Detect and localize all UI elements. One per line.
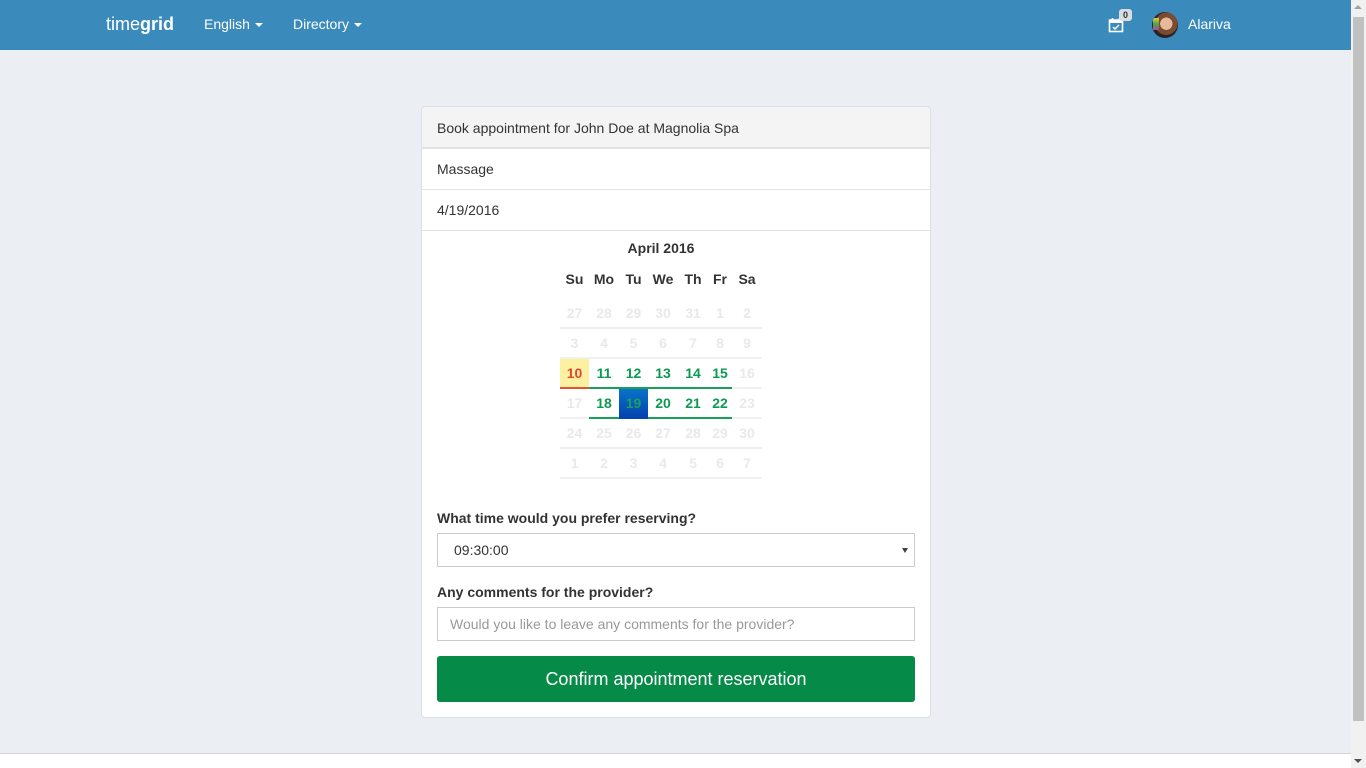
calendar-week-row: 17 18 19 20 21 22 23 xyxy=(560,389,762,419)
brand-light-text: time xyxy=(106,14,141,34)
calendar-day-muted: 3 xyxy=(560,329,589,359)
weekday-label: Tu xyxy=(625,271,642,287)
calendar-day-muted: 27 xyxy=(648,419,678,449)
calendar-day-muted: 30 xyxy=(648,299,678,329)
scroll-down-arrow-icon[interactable] xyxy=(1354,759,1362,763)
calendar-day-muted: 17 xyxy=(560,389,589,419)
calendar-day-muted: 8 xyxy=(708,329,732,359)
calendar-day-muted: 5 xyxy=(678,449,708,479)
calendar-day-muted: 7 xyxy=(678,329,708,359)
scroll-up-arrow-icon[interactable] xyxy=(1354,5,1362,9)
date-item: 4/19/2016 xyxy=(422,190,930,231)
top-navbar: timegrid English Directory 0 Alariva xyxy=(0,0,1351,50)
weekday-label: Fr xyxy=(713,271,727,287)
dropdown-arrow-icon xyxy=(902,548,908,553)
time-label: What time would you prefer reserving? xyxy=(437,510,697,526)
comments-input[interactable] xyxy=(437,607,915,641)
weekday-label: We xyxy=(652,271,674,287)
calendar-day-avail[interactable]: 18 xyxy=(589,389,619,419)
weekday-header: Su Mo Tu We Th Fr Sa xyxy=(560,269,762,299)
calendar-day-muted: 7 xyxy=(732,449,762,479)
calendar-day-muted: 29 xyxy=(708,419,732,449)
directory-label: Directory xyxy=(293,16,350,32)
calendar-month-title: April 2016 xyxy=(627,240,695,256)
service-item: Massage xyxy=(422,149,930,190)
calendar-day-muted: 29 xyxy=(619,299,648,329)
calendar-day-avail[interactable]: 21 xyxy=(678,389,708,419)
calendar-day-muted: 16 xyxy=(732,359,762,389)
time-select[interactable]: 09:30:00 xyxy=(437,533,915,567)
calendar-day-muted: 1 xyxy=(708,299,732,329)
calendar-day-avail[interactable]: 12 xyxy=(619,359,648,389)
brand-logo[interactable]: timegrid xyxy=(106,14,174,35)
calendar-week-row: 27 28 29 30 31 1 2 xyxy=(560,299,762,329)
weekday-label: Th xyxy=(684,271,702,287)
calendar-day-avail[interactable]: 14 xyxy=(678,359,708,389)
calendar-day-muted: 2 xyxy=(589,449,619,479)
directory-dropdown[interactable]: Directory xyxy=(293,16,363,32)
calendar-day-muted: 1 xyxy=(560,449,589,479)
calendar-week-row: 24 25 26 27 28 29 30 xyxy=(560,419,762,449)
calendar-day-avail[interactable]: 13 xyxy=(648,359,678,389)
caret-down-icon xyxy=(254,23,263,28)
calendar-day-muted: 28 xyxy=(678,419,708,449)
calendar-week-row: 1234567 xyxy=(560,449,762,479)
calendar-day-avail[interactable]: 11 xyxy=(589,359,619,389)
language-dropdown[interactable]: English xyxy=(204,16,263,32)
booking-panel: Book appointment for John Doe at Magnoli… xyxy=(421,106,931,718)
time-select-value: 09:30:00 xyxy=(454,542,509,558)
calendar-day-muted: 3 xyxy=(619,449,648,479)
calendar-day-muted: 5 xyxy=(619,329,648,359)
calendar-day-muted: 31 xyxy=(678,299,708,329)
calendar-day-muted: 26 xyxy=(619,419,648,449)
calendar-day-muted: 4 xyxy=(589,329,619,359)
scrollbar-thumb[interactable] xyxy=(1353,17,1364,721)
calendar-day-muted: 24 xyxy=(560,419,589,449)
appointments-count-badge: 0 xyxy=(1119,9,1132,21)
weekday-label: Sa xyxy=(738,271,756,287)
brand-bold-text: grid xyxy=(140,14,175,34)
weekday-label: Su xyxy=(565,271,584,287)
calendar-day-muted: 28 xyxy=(589,299,619,329)
calendar-grid: 27 28 29 30 31 1 2 3 4 5 6 7 8 9 10 11 12 13 14 15 16 17 18 19 2… xyxy=(560,299,762,479)
calendar-day-avail[interactable]: 20 xyxy=(648,389,678,419)
page-footer xyxy=(0,753,1351,768)
user-avatar[interactable] xyxy=(1152,12,1178,38)
calendar-day-muted: 6 xyxy=(708,449,732,479)
user-name-link[interactable]: Alariva xyxy=(1188,16,1231,32)
language-label: English xyxy=(204,16,250,32)
weekday-label: Mo xyxy=(593,271,615,287)
vertical-scrollbar[interactable] xyxy=(1351,0,1366,768)
calendar-day-muted: 6 xyxy=(648,329,678,359)
panel-heading: Book appointment for John Doe at Magnoli… xyxy=(422,107,930,149)
calendar-day-muted: 23 xyxy=(732,389,762,419)
calendar-day-avail[interactable]: 15 xyxy=(708,359,732,389)
calendar-week-row: 3456789 xyxy=(560,329,762,359)
calendar-day-muted: 30 xyxy=(732,419,762,449)
calendar-week-row: 10 11 12 13 14 15 16 xyxy=(560,359,762,389)
calendar-day-muted: 2 xyxy=(732,299,762,329)
caret-down-icon xyxy=(354,23,363,28)
confirm-reservation-button[interactable]: Confirm appointment reservation xyxy=(437,656,915,702)
calendar-day-today[interactable]: 10 xyxy=(560,359,589,389)
calendar-day-muted: 27 xyxy=(560,299,589,329)
calendar-day-avail[interactable]: 22 xyxy=(708,389,732,419)
calendar-day-muted: 25 xyxy=(589,419,619,449)
comments-label: Any comments for the provider? xyxy=(437,584,654,600)
calendar-day-muted: 4 xyxy=(648,449,678,479)
datepicker-calendar: April 2016 Su Mo Tu We Th Fr Sa 27 28 29 30 31 1 2 3 4… xyxy=(560,239,762,479)
calendar-day-muted: 9 xyxy=(732,329,762,359)
calendar-day-selected[interactable]: 19 xyxy=(619,389,648,419)
